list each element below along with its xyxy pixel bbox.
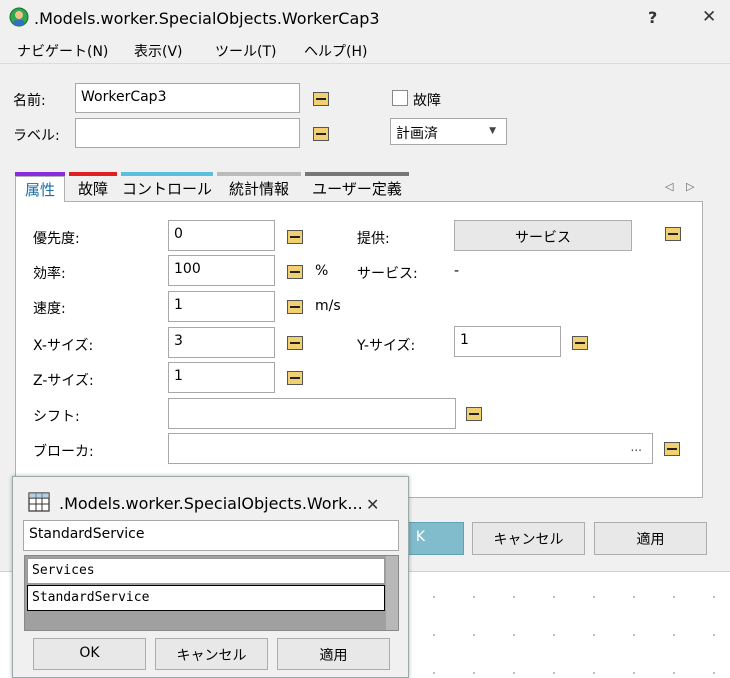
name-label: 名前: — [13, 93, 46, 109]
xsize-input[interactable]: 3 — [168, 327, 275, 358]
help-button[interactable]: ? — [648, 8, 657, 27]
ysize-input[interactable]: 1 — [454, 326, 561, 357]
zsize-input[interactable]: 1 — [168, 362, 275, 393]
speed-minus-button[interactable] — [287, 300, 303, 314]
efficiency-input[interactable]: 100 — [168, 255, 275, 286]
cancel-button[interactable]: キャンセル — [472, 522, 585, 555]
popup-title: .Models.worker.SpecialObjects.Work... — [59, 494, 363, 513]
tab-failure[interactable]: 故障 — [69, 176, 117, 202]
priority-minus-button[interactable] — [287, 230, 303, 244]
chevron-down-icon: ▼ — [489, 126, 496, 136]
failure-label: 故障 — [413, 93, 441, 109]
tab-statistics[interactable]: 統計情報 — [217, 176, 301, 202]
popup-ok-button[interactable]: OK — [33, 638, 146, 670]
shift-minus-button[interactable] — [466, 407, 482, 421]
window-title: .Models.worker.SpecialObjects.WorkerCap3 — [34, 9, 380, 28]
efficiency-label: 効率: — [33, 266, 66, 282]
provide-label: 提供: — [357, 231, 390, 247]
failure-checkbox[interactable] — [392, 90, 408, 106]
table-icon — [28, 492, 50, 512]
label-label: ラベル: — [13, 128, 60, 144]
tab-scroll-left-icon[interactable]: ◁ — [665, 180, 673, 193]
service-search-input[interactable]: StandardService — [23, 520, 399, 551]
service-value: - — [454, 263, 460, 279]
ysize-label: Y-サイズ: — [357, 338, 416, 354]
tab-attributes[interactable]: 属性 — [15, 176, 65, 202]
speed-label: 速度: — [33, 301, 66, 317]
list-item-standard-service[interactable]: StandardService — [27, 585, 385, 611]
menu-navigate[interactable]: ナビゲート(N) — [17, 41, 108, 61]
zsize-minus-button[interactable] — [287, 371, 303, 385]
broker-minus-button[interactable] — [664, 442, 680, 456]
list-item-services[interactable]: Services — [27, 558, 385, 584]
menu-view[interactable]: 表示(V) — [134, 41, 183, 61]
name-input[interactable]: WorkerCap3 — [75, 83, 300, 113]
label-minus-button[interactable] — [313, 127, 329, 141]
tab-scroll-right-icon[interactable]: ▷ — [686, 180, 694, 193]
efficiency-minus-button[interactable] — [287, 265, 303, 279]
service-button[interactable]: サービス — [454, 220, 632, 251]
apply-button[interactable]: 適用 — [594, 522, 707, 555]
service-picker-dialog: .Models.worker.SpecialObjects.Work... ✕ … — [12, 476, 409, 678]
popup-close-icon[interactable]: ✕ — [366, 495, 379, 514]
efficiency-unit: % — [315, 263, 329, 279]
speed-input[interactable]: 1 — [168, 291, 275, 322]
menu-tools[interactable]: ツール(T) — [215, 41, 276, 61]
shift-input[interactable] — [168, 398, 456, 429]
priority-input[interactable]: 0 — [168, 220, 275, 251]
popup-cancel-button[interactable]: キャンセル — [155, 638, 268, 670]
name-minus-button[interactable] — [313, 92, 329, 106]
popup-apply-button[interactable]: 適用 — [277, 638, 390, 670]
listbox-scrollbar[interactable] — [386, 556, 398, 630]
tab-user-defined[interactable]: ユーザー定義 — [305, 176, 409, 202]
menu-bar: ナビゲート(N) 表示(V) ツール(T) ヘルプ(H) — [0, 38, 730, 64]
status-select[interactable]: 計画済 ▼ — [390, 118, 507, 145]
title-bar: .Models.worker.SpecialObjects.WorkerCap3… — [0, 0, 730, 38]
priority-label: 優先度: — [33, 231, 80, 247]
status-value: 計画済 — [396, 126, 438, 142]
provide-minus-button[interactable] — [665, 227, 681, 241]
broker-browse-button[interactable]: ... — [631, 440, 642, 454]
service-listbox: Services StandardService — [24, 555, 399, 631]
ysize-minus-button[interactable] — [572, 336, 588, 350]
service-label: サービス: — [357, 266, 418, 282]
broker-label: ブローカ: — [33, 444, 94, 460]
close-icon[interactable]: ✕ — [702, 7, 716, 27]
shift-label: シフト: — [33, 409, 80, 425]
speed-unit: m/s — [315, 298, 341, 314]
xsize-label: X-サイズ: — [33, 338, 94, 354]
menu-help[interactable]: ヘルプ(H) — [304, 41, 367, 61]
broker-input[interactable]: ... — [168, 433, 653, 464]
label-input[interactable] — [75, 118, 300, 148]
worker-app-icon — [9, 7, 29, 27]
xsize-minus-button[interactable] — [287, 336, 303, 350]
zsize-label: Z-サイズ: — [33, 373, 94, 389]
tab-control[interactable]: コントロール — [121, 176, 213, 202]
